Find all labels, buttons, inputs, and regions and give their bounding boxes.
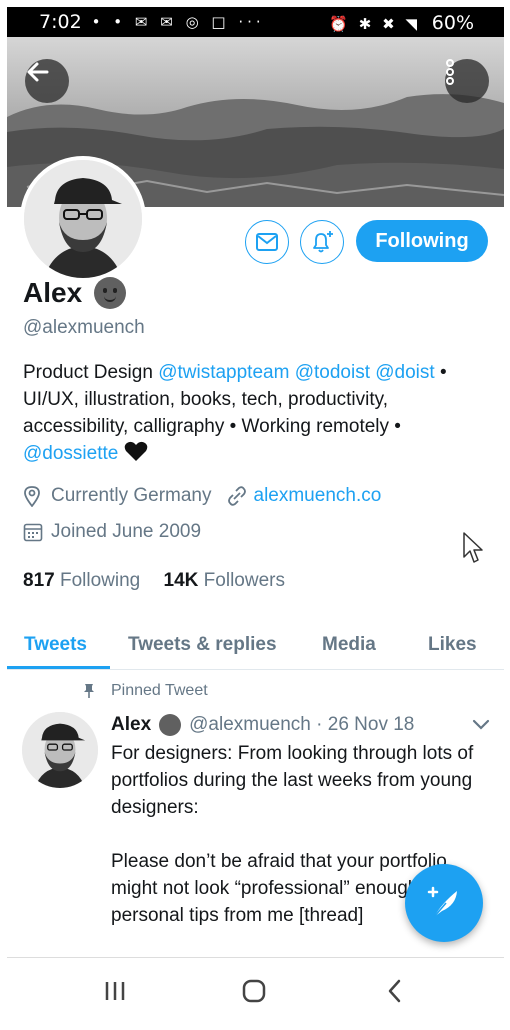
system-navigation-bar xyxy=(7,957,504,1023)
more-options-button[interactable] xyxy=(445,59,489,103)
system-status-icons: ⏰ ✱ ✖ ◥ xyxy=(329,15,420,33)
website-link[interactable]: alexmuench.co xyxy=(254,485,382,507)
chevron-down-icon[interactable] xyxy=(472,719,490,731)
bio-text: Product Design xyxy=(23,362,159,383)
profile-name: Alex xyxy=(23,277,83,308)
pin-icon xyxy=(84,684,94,698)
battery-level: 60% xyxy=(431,12,474,34)
follow-counts: 817 Following 14K Followers xyxy=(23,570,285,592)
notification-icons: • • ✉ ✉ ◎ □ ··· xyxy=(91,13,265,31)
back-button[interactable] xyxy=(25,59,69,103)
active-tab-indicator xyxy=(7,666,110,669)
back-nav-icon[interactable] xyxy=(385,978,405,1004)
status-bar: 7:02 • • ✉ ✉ ◎ □ ··· ⏰ ✱ ✖ ◥ 60% xyxy=(7,7,504,37)
smiley-emoji-icon xyxy=(94,277,127,309)
message-button[interactable] xyxy=(245,220,289,264)
tweet-header: Alex @alexmuench · 26 Nov 18 xyxy=(111,714,414,736)
bell-plus-icon xyxy=(313,231,333,253)
profile-name-row: Alex xyxy=(23,277,127,309)
avatar-photo xyxy=(22,712,98,788)
tweet-author-avatar[interactable] xyxy=(22,712,98,788)
arrow-left-icon xyxy=(27,62,49,82)
tab-media[interactable]: Media xyxy=(322,634,376,656)
following-button[interactable]: Following xyxy=(356,220,488,262)
profile-handle: @alexmuench xyxy=(23,317,145,338)
tweet-author-name[interactable]: Alex xyxy=(111,714,151,736)
compose-tweet-button[interactable] xyxy=(405,864,483,942)
status-time: 7:02 xyxy=(39,11,82,33)
calendar-icon xyxy=(23,523,43,542)
recent-apps-icon[interactable] xyxy=(103,978,127,1004)
profile-bio: Product Design @twistappteam @todoist @d… xyxy=(23,359,493,467)
location-website-row: Currently Germany alexmuench.co xyxy=(23,485,381,507)
followers-count: 14K xyxy=(163,570,199,591)
tab-tweets-replies[interactable]: Tweets & replies xyxy=(128,634,277,656)
link-icon xyxy=(227,486,246,506)
followers-label: Followers xyxy=(203,570,285,591)
tweet-handle-date: @alexmuench · 26 Nov 18 xyxy=(189,714,415,735)
app-frame: 7:02 • • ✉ ✉ ◎ □ ··· ⏰ ✱ ✖ ◥ 60% Followi… xyxy=(7,7,504,1023)
system-icons: ⏰ ✱ ✖ ◥ 60% xyxy=(329,12,474,34)
black-heart-icon xyxy=(124,441,147,461)
following-count: 817 xyxy=(23,570,55,591)
home-icon[interactable] xyxy=(241,978,267,1004)
profile-tabs: Tweets Tweets & replies Media Likes xyxy=(7,619,504,670)
smiley-emoji-icon xyxy=(159,714,182,736)
joined-date: Joined June 2009 xyxy=(51,521,202,542)
mouse-cursor-icon xyxy=(463,532,483,563)
avatar-photo xyxy=(24,160,142,278)
mention-twistappteam[interactable]: @twistappteam xyxy=(158,362,289,383)
following-count-link[interactable]: 817 Following xyxy=(23,570,140,591)
profile-avatar[interactable] xyxy=(20,156,146,282)
tab-likes[interactable]: Likes xyxy=(428,634,477,656)
mention-doist[interactable]: @doist xyxy=(375,362,434,383)
pinned-label-row: Pinned Tweet xyxy=(83,682,208,700)
tab-tweets[interactable]: Tweets xyxy=(24,634,87,656)
notifications-button[interactable] xyxy=(300,220,344,264)
joined-row: Joined June 2009 xyxy=(23,521,201,543)
more-vertical-icon xyxy=(446,59,454,85)
mention-dossiette[interactable]: @dossiette xyxy=(23,443,118,464)
feather-plus-icon xyxy=(427,886,457,918)
location-pin-icon xyxy=(24,486,40,507)
pinned-tweet-label: Pinned Tweet xyxy=(111,682,208,699)
followers-count-link[interactable]: 14K Followers xyxy=(164,570,285,591)
following-label: Following xyxy=(59,570,141,591)
mention-todoist[interactable]: @todoist xyxy=(295,362,370,383)
envelope-icon xyxy=(256,233,278,251)
location-text: Currently Germany xyxy=(51,485,212,506)
